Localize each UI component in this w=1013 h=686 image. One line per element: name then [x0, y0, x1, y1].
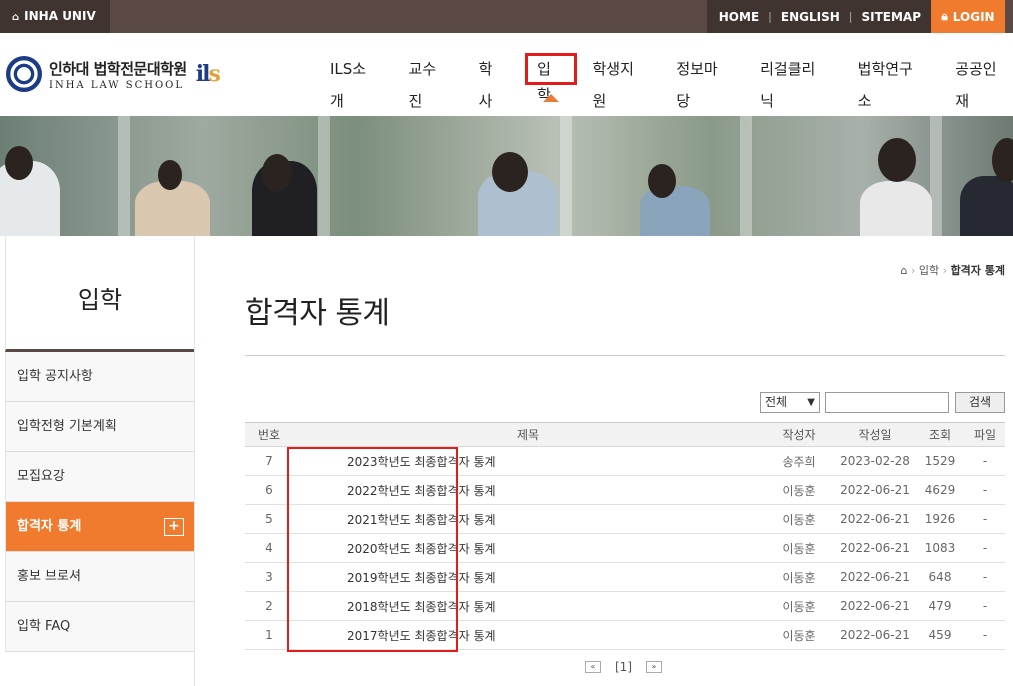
sidebar-item-admission-stats[interactable]: 합격자 통계 +	[5, 502, 194, 552]
column-header-file: 파일	[965, 422, 1005, 447]
nav-student-support[interactable]: 학생지원	[590, 53, 651, 110]
home-icon[interactable]: ⌂	[901, 264, 908, 277]
nav-ils-intro[interactable]: ILS소개	[327, 53, 383, 110]
column-header-date: 작성일	[835, 422, 915, 447]
logo-english: INHA LAW SCHOOL	[49, 79, 184, 91]
table-row[interactable]: 2 2018학년도 최종합격자 통계 이동훈 2022-06-21 479 -	[245, 591, 1005, 621]
sidebar: 입학 입학 공지사항 입학전형 기본계획 모집요강 합격자 통계 + 홍보 브로…	[5, 236, 195, 686]
column-header-views: 조회	[915, 422, 965, 447]
university-seal-icon	[6, 56, 42, 92]
search-input[interactable]	[825, 392, 949, 413]
site-logo[interactable]: 인하대 법학전문대학원 INHA LAW SCHOOL ils	[6, 56, 221, 92]
search-category-select[interactable]: 전체 ▼	[760, 392, 820, 413]
chevron-down-icon: ▼	[807, 397, 815, 408]
divider: |	[848, 10, 853, 23]
title-divider	[245, 355, 1005, 356]
breadcrumb-current: 합격자 통계	[950, 264, 1005, 277]
breadcrumb-parent[interactable]: 입학	[919, 264, 939, 277]
header: 인하대 법학전문대학원 INHA LAW SCHOOL ils ILS소개 교수…	[0, 33, 1013, 116]
home-icon: ⌂	[12, 12, 20, 23]
nav-public-talent[interactable]: 공공인재	[952, 53, 1013, 110]
nav-admission[interactable]: 입학	[525, 53, 577, 104]
sidebar-item-admission-notice[interactable]: 입학 공지사항	[5, 352, 194, 402]
active-caret-icon	[542, 94, 559, 102]
table-header-row: 번호 제목 작성자 작성일 조회 파일	[245, 422, 1005, 447]
post-title-link[interactable]: 2023학년도 최종합격자 통계	[293, 446, 763, 476]
search-button[interactable]: 검색	[955, 392, 1005, 413]
top-bar: ⌂ INHA UNIV HOME | ENGLISH | SITEMAP 🔒︎ LO…	[0, 0, 1013, 33]
top-links: HOME | ENGLISH | SITEMAP	[706, 0, 931, 33]
sidebar-item-brochure[interactable]: 홍보 브로셔	[5, 552, 194, 602]
nav-legal-clinic[interactable]: 리걸클리닉	[757, 53, 832, 110]
post-title-link[interactable]: 2019학년도 최종합격자 통계	[293, 562, 763, 592]
logo-korean: 인하대 법학전문대학원	[49, 59, 187, 78]
login-button[interactable]: 🔒︎ LOGIN	[931, 0, 1005, 33]
table-row[interactable]: 6 2022학년도 최종합격자 통계 이동훈 2022-06-21 4629 -	[245, 475, 1005, 505]
inha-univ-link[interactable]: ⌂ INHA UNIV	[0, 0, 110, 33]
nav-academics[interactable]: 학사	[476, 53, 509, 110]
lock-icon: 🔒︎	[941, 9, 948, 23]
table-row[interactable]: 5 2021학년도 최종합격자 통계 이동훈 2022-06-21 1926 -	[245, 504, 1005, 534]
english-link[interactable]: ENGLISH	[781, 10, 840, 24]
hero-banner-image	[0, 116, 1013, 236]
post-title-link[interactable]: 2020학년도 최종합격자 통계	[293, 533, 763, 563]
main-navigation: ILS소개 교수진 학사 입학 학생지원 정보마당 리걸클리닉 법학연구소 공공…	[327, 53, 1013, 110]
sidebar-item-admission-plan[interactable]: 입학전형 기본계획	[5, 402, 194, 452]
column-header-writer: 작성자	[763, 422, 835, 447]
board-table: 번호 제목 작성자 작성일 조회 파일 7 2023학년도 최종합격자 통계 송…	[245, 422, 1005, 650]
search-bar: 전체 ▼ 검색	[760, 392, 1005, 413]
post-title-link[interactable]: 2022학년도 최종합격자 통계	[293, 475, 763, 505]
ils-logo: ils	[195, 61, 221, 87]
page-number-current[interactable]: [1]	[615, 660, 632, 674]
table-row[interactable]: 7 2023학년도 최종합격자 통계 송주희 2023-02-28 1529 -	[245, 446, 1005, 476]
page-title: 합격자 통계	[245, 296, 390, 331]
divider: |	[768, 10, 772, 23]
plus-icon[interactable]: +	[164, 518, 184, 536]
sidebar-item-admission-faq[interactable]: 입학 FAQ	[5, 602, 194, 652]
post-title-link[interactable]: 2021학년도 최종합격자 통계	[293, 504, 763, 534]
nav-faculty[interactable]: 교수진	[406, 53, 453, 110]
home-link[interactable]: HOME	[719, 10, 759, 24]
sidebar-title: 입학	[5, 236, 194, 352]
table-row[interactable]: 3 2019학년도 최종합격자 통계 이동훈 2022-06-21 648 -	[245, 562, 1005, 592]
column-header-title: 제목	[293, 422, 763, 447]
post-title-link[interactable]: 2017학년도 최종합격자 통계	[293, 620, 763, 650]
nav-law-institute[interactable]: 법학연구소	[855, 53, 930, 110]
table-row[interactable]: 1 2017학년도 최종합격자 통계 이동훈 2022-06-21 459 -	[245, 620, 1005, 650]
column-header-number: 번호	[245, 422, 293, 447]
sitemap-link[interactable]: SITEMAP	[861, 10, 921, 24]
sidebar-item-recruitment-guide[interactable]: 모집요강	[5, 452, 194, 502]
table-row[interactable]: 4 2020학년도 최종합격자 통계 이동훈 2022-06-21 1083 -	[245, 533, 1005, 563]
breadcrumb: ⌂ › 입학 › 합격자 통계	[900, 264, 1005, 277]
last-page-button[interactable]: »	[646, 661, 662, 673]
first-page-button[interactable]: «	[585, 661, 601, 673]
post-title-link[interactable]: 2018학년도 최종합격자 통계	[293, 591, 763, 621]
pagination: « [1] »	[585, 660, 662, 674]
nav-info[interactable]: 정보마당	[673, 53, 734, 110]
